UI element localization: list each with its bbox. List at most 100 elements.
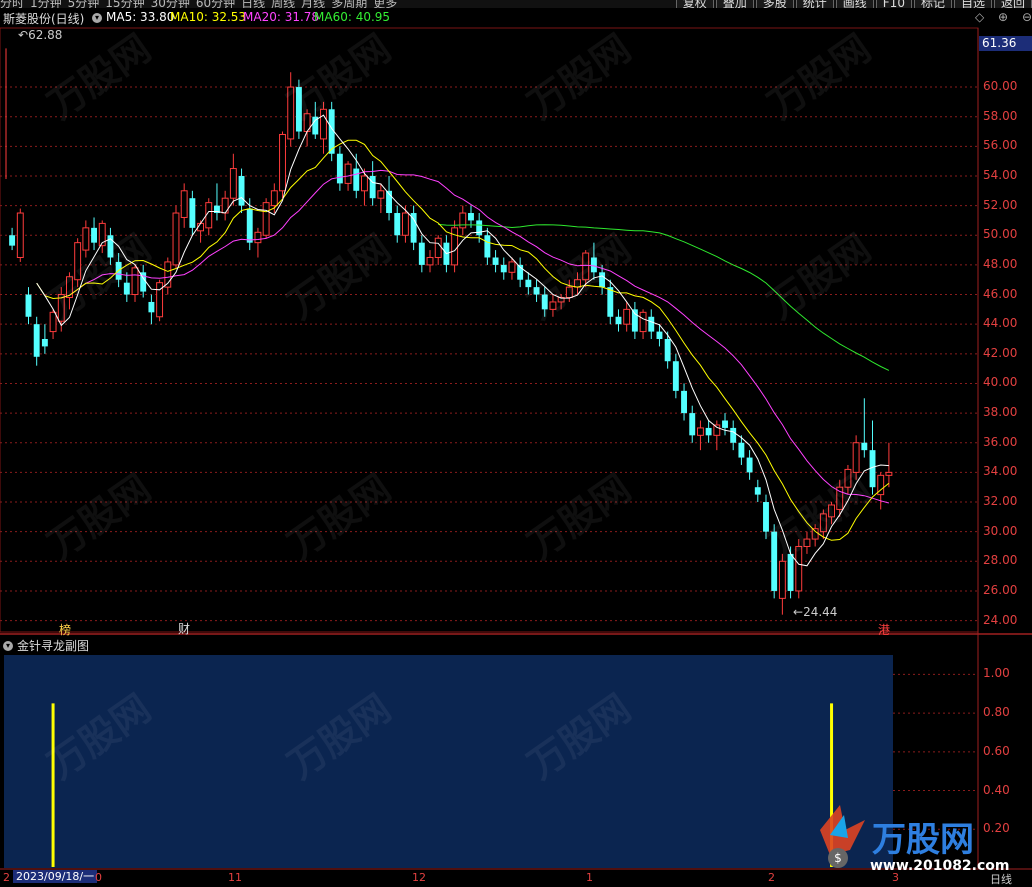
price-axis-tick: 60.00	[983, 79, 1018, 94]
candle-body	[25, 294, 32, 317]
price-axis-tick: 56.00	[983, 138, 1018, 153]
candle-body	[394, 213, 401, 236]
candle-body	[279, 133, 286, 192]
chart-corner-icons: ◇ ⊕ ⊖	[965, 10, 1032, 24]
candle-body	[615, 316, 622, 325]
brand-name: 万股网	[872, 820, 974, 860]
candle-body	[418, 242, 425, 265]
candle-body	[229, 168, 237, 199]
candle-body	[689, 413, 696, 436]
sub-axis-tick: 0.80	[983, 705, 1010, 720]
watermark-text: 万股网	[520, 466, 639, 567]
candle-body	[451, 227, 459, 266]
candle-body	[426, 256, 434, 266]
brand-url: www.201082.com	[870, 858, 1010, 874]
candle-body	[722, 420, 728, 428]
minus-icon[interactable]: ⊖	[1022, 10, 1032, 24]
candle-body	[33, 324, 40, 357]
x-axis-tick: 2	[3, 871, 10, 884]
sub-axis-tick: 0.60	[983, 743, 1010, 758]
candle-body	[681, 390, 687, 414]
candle-body	[672, 361, 679, 391]
brand-logo: $ 万股网 www.201082.com	[810, 800, 1010, 880]
candle-body	[696, 427, 704, 436]
stock-title[interactable]: 斯菱股份(日线)	[3, 10, 84, 27]
candle-body	[377, 190, 385, 199]
candle-body	[361, 175, 368, 192]
candle-body	[49, 311, 57, 333]
candle-body	[468, 213, 474, 221]
candle-body	[9, 235, 16, 246]
candle-body	[336, 153, 343, 184]
candle-body	[262, 202, 270, 236]
sub-chart-title[interactable]: 金针寻龙副图	[17, 637, 89, 654]
watermark-text: 万股网	[520, 26, 639, 127]
sub-axis-tick: 1.00	[983, 666, 1010, 681]
crosshair-date-tag: 2023/09/18/一	[13, 870, 98, 883]
candle-body	[664, 339, 671, 362]
price-axis-tick: 26.00	[983, 582, 1018, 597]
price-axis-tick: 32.00	[983, 494, 1018, 509]
watermark-text: 万股网	[760, 226, 879, 327]
candle-body	[754, 487, 761, 495]
candle-body	[738, 442, 745, 458]
candle-body	[607, 287, 614, 317]
x-axis-tick: 2	[768, 871, 775, 884]
x-axis-tick: 1	[586, 871, 593, 884]
price-axis-tick: 52.00	[983, 197, 1018, 212]
candle-body	[631, 309, 638, 332]
x-axis-tick: 11	[228, 871, 242, 884]
sub-axis-tick: 0.40	[983, 782, 1010, 797]
candle-body	[508, 261, 516, 273]
high-price-label: ↶62.88	[18, 28, 63, 42]
plus-icon[interactable]: ⊕	[998, 10, 1008, 24]
svg-text:$: $	[834, 851, 842, 865]
candle-body	[270, 190, 278, 207]
candle-body	[500, 264, 507, 273]
candle-body	[885, 471, 893, 476]
candle-body	[344, 163, 352, 184]
candle-body	[369, 175, 376, 199]
price-axis-tick: 48.00	[983, 256, 1018, 271]
price-axis-tick: 46.00	[983, 286, 1018, 301]
price-axis-tick: 42.00	[983, 345, 1018, 360]
watermark-text: 万股网	[280, 226, 399, 327]
watermark-text: 万股网	[760, 466, 879, 567]
watermark-text: 万股网	[40, 466, 159, 567]
cai-marker[interactable]: 财	[178, 620, 190, 637]
watermark-text: 万股网	[280, 26, 399, 127]
bang-marker[interactable]: 榜	[59, 621, 71, 638]
candle-body	[148, 301, 155, 313]
candle-body	[91, 227, 97, 243]
candle-body	[254, 231, 262, 244]
candle-body	[180, 190, 188, 218]
current-price-tag: 61.36	[979, 36, 1032, 51]
candle-body	[492, 257, 499, 265]
price-axis-tick: 54.00	[983, 167, 1018, 182]
candle-body	[713, 424, 721, 436]
watermark-text: 万股网	[280, 466, 399, 567]
candle-body	[238, 175, 245, 206]
candle-body	[353, 168, 360, 191]
price-axis-tick: 34.00	[983, 464, 1018, 479]
price-axis-tick: 24.00	[983, 612, 1018, 627]
candle-body	[172, 212, 180, 266]
candle-body	[648, 316, 655, 332]
candle-body	[82, 227, 90, 251]
x-axis-tick: 0	[95, 871, 102, 884]
kline-chart[interactable]: 万股网 万股网 万股网 万股网万股网 万股网 万股网 万股网万股网 万股网 万股网 万股网万股网万…	[0, 0, 1032, 883]
candle-body	[639, 311, 647, 333]
sub-settings-icon[interactable]: ▾	[3, 638, 13, 652]
candle-body	[16, 212, 24, 258]
ma10-label: MA10: 32.53	[170, 10, 247, 24]
candle-body	[401, 212, 409, 236]
gang-marker[interactable]: 港	[878, 621, 890, 638]
candle-body	[730, 427, 737, 443]
diamond-icon[interactable]: ◇	[975, 10, 984, 24]
ma-settings-icon[interactable]: ▾	[92, 10, 102, 24]
candle-body	[476, 220, 483, 236]
price-axis-tick: 28.00	[983, 553, 1018, 568]
candle-body	[459, 212, 467, 229]
chart-header: 斯菱股份(日线) ▾ MA5: 33.80 MA10: 32.53 MA20: …	[0, 8, 978, 28]
ma10-line	[36, 139, 890, 541]
